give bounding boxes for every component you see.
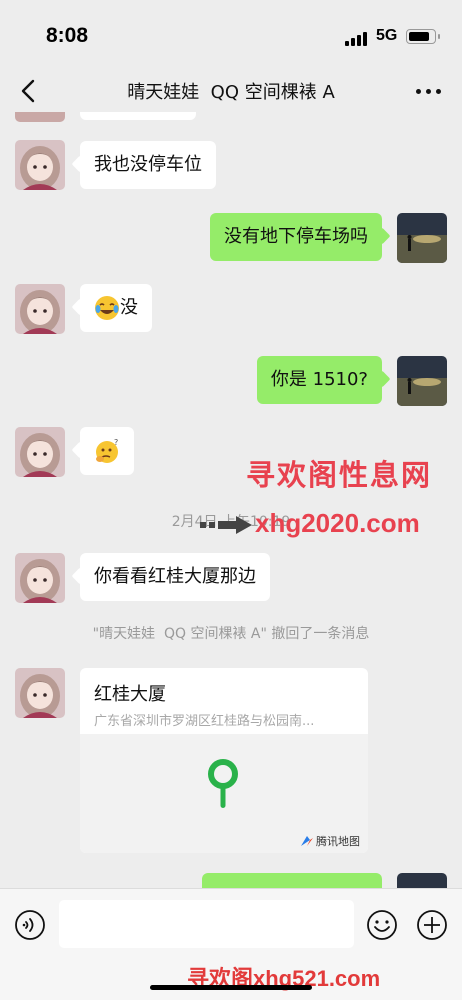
- battery-fill: [409, 32, 429, 41]
- network-label: 5G: [376, 27, 398, 44]
- message-bubble-sent[interactable]: 没有地下停车场吗: [210, 213, 382, 261]
- chat-title: 晴天娃娃 QQ 空间棵裱 A: [127, 82, 335, 103]
- status-time: 8:08: [46, 24, 89, 47]
- girl-avatar-icon: [15, 668, 65, 718]
- message-text: 我也没停车位: [94, 154, 202, 175]
- landscape-avatar-icon: [397, 356, 447, 406]
- voice-icon: [15, 910, 45, 940]
- plus-button[interactable]: [416, 909, 448, 941]
- chevron-left-icon: [21, 79, 35, 103]
- girl-avatar-icon: [15, 112, 65, 122]
- avatar[interactable]: [15, 553, 65, 603]
- watermark-top: 寻欢阁性息网: [246, 458, 433, 492]
- avatar[interactable]: [15, 284, 65, 334]
- emoji-button[interactable]: [366, 909, 398, 941]
- signal-icon: [345, 30, 371, 46]
- thinking-face-icon: ?: [96, 438, 118, 463]
- avatar[interactable]: [15, 668, 65, 718]
- landscape-avatar-icon: [397, 213, 447, 263]
- message-input[interactable]: [59, 900, 354, 948]
- message-bubble-partial: [80, 112, 196, 120]
- girl-avatar-icon: [15, 427, 65, 477]
- tencent-map-logo-icon: [301, 836, 313, 846]
- avatar[interactable]: [15, 140, 65, 190]
- message-text: 你看看红桂大厦那边: [94, 566, 256, 587]
- recall-notice: "晴天娃娃 QQ 空间棵裱 A" 撤回了一条消息: [92, 626, 370, 642]
- message-bubble-sent[interactable]: 你是 1510?: [256, 356, 382, 404]
- message-bubble-received[interactable]: ?: [80, 427, 134, 475]
- my-avatar[interactable]: [397, 356, 447, 406]
- map-credit-text: 腾讯地图: [316, 835, 360, 848]
- message-text: 没: [120, 297, 138, 318]
- location-card[interactable]: 红桂大厦 广东省深圳市罗湖区红桂路与松园南... 腾讯地图: [80, 668, 368, 853]
- svg-text:?: ?: [114, 438, 118, 447]
- avatar[interactable]: [15, 112, 65, 122]
- location-map[interactable]: 腾讯地图: [80, 734, 368, 853]
- back-button[interactable]: [14, 76, 44, 106]
- location-name: 红桂大厦: [94, 684, 166, 705]
- map-credit: 腾讯地图: [301, 833, 360, 849]
- voice-button[interactable]: [14, 909, 46, 941]
- landscape-avatar-icon: [397, 873, 447, 888]
- battery-icon: [406, 29, 440, 44]
- my-avatar[interactable]: [397, 873, 447, 888]
- crying-laughing-face-icon: [95, 296, 119, 320]
- watermark-middle: xhg2020.com: [255, 508, 420, 538]
- chat-area[interactable]: 我也没停车位 没有地下停车场吗 没 你是 1510? ? 2月4日 上午10:1…: [0, 112, 462, 888]
- plus-icon: [417, 910, 447, 940]
- location-address: 广东省深圳市罗湖区红桂路与松园南...: [94, 714, 315, 729]
- emoji-icon: [367, 910, 397, 940]
- avatar[interactable]: [15, 427, 65, 477]
- home-indicator[interactable]: [150, 985, 312, 990]
- girl-avatar-icon: [15, 553, 65, 603]
- more-dots-icon: [416, 89, 421, 94]
- message-bubble-received[interactable]: 我也没停车位: [80, 141, 216, 189]
- message-bubble-sent-partial[interactable]: [202, 873, 382, 888]
- message-bubble-received[interactable]: 你看看红桂大厦那边: [80, 553, 270, 601]
- nav-bar: 晴天娃娃 QQ 空间棵裱 A: [0, 70, 462, 112]
- my-avatar[interactable]: [397, 213, 447, 263]
- message-text: 没有地下停车场吗: [224, 226, 368, 247]
- message-bubble-received[interactable]: 没: [80, 284, 152, 332]
- more-button[interactable]: [416, 86, 442, 96]
- watermark-arrow-icon: [200, 516, 252, 534]
- message-text: 你是 1510?: [270, 369, 368, 390]
- girl-avatar-icon: [15, 140, 65, 190]
- status-bar: 8:08 5G: [0, 0, 462, 70]
- girl-avatar-icon: [15, 284, 65, 334]
